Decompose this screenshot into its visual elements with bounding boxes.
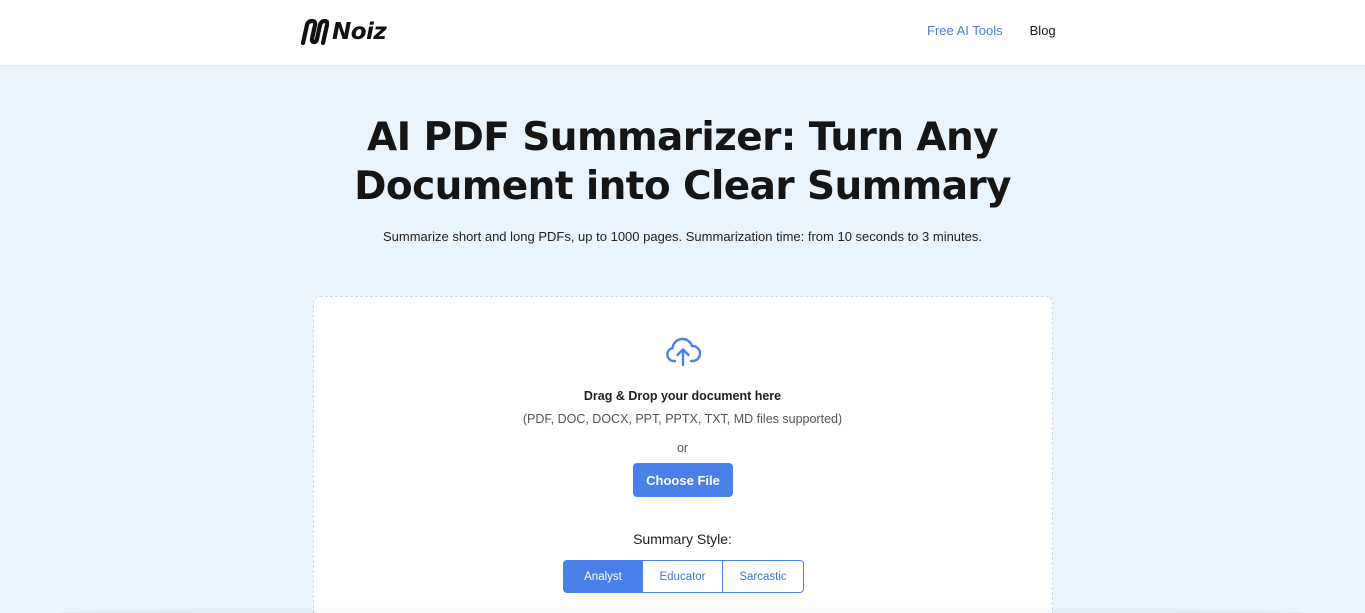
logo-text: Noiz <box>332 19 387 45</box>
page-subtitle: Summarize short and long PDFs, up to 100… <box>382 229 982 244</box>
logo[interactable]: Noiz <box>301 18 387 46</box>
summary-style-label: Summary Style: <box>633 531 732 547</box>
style-option-sarcastic[interactable]: Sarcastic <box>723 560 804 593</box>
style-option-analyst[interactable]: Analyst <box>563 560 643 593</box>
style-option-educator[interactable]: Educator <box>643 560 723 593</box>
page-title: AI PDF Summarizer: Turn Any Document int… <box>0 113 1365 211</box>
supported-formats: (PDF, DOC, DOCX, PPT, PPTX, TXT, MD file… <box>522 412 843 426</box>
nav-blog[interactable]: Blog <box>1030 23 1056 38</box>
top-header: Noiz Free AI Tools Blog <box>0 0 1365 66</box>
drag-drop-heading: Drag & Drop your document here <box>583 389 782 403</box>
cloud-upload-icon[interactable] <box>665 335 701 367</box>
noiz-logo-icon <box>301 19 329 45</box>
summary-style-selector: Analyst Educator Sarcastic <box>563 560 804 593</box>
bottom-shadow <box>60 606 1305 613</box>
or-divider-text: or <box>676 441 689 455</box>
choose-file-button[interactable]: Choose File <box>633 463 733 497</box>
page-title-line-2: Document into Clear Summary <box>354 164 1011 209</box>
page-title-line-1: AI PDF Summarizer: Turn Any <box>367 115 998 160</box>
nav-free-ai-tools[interactable]: Free AI Tools <box>927 23 1003 38</box>
main-nav: Free AI Tools Blog <box>927 23 1056 38</box>
